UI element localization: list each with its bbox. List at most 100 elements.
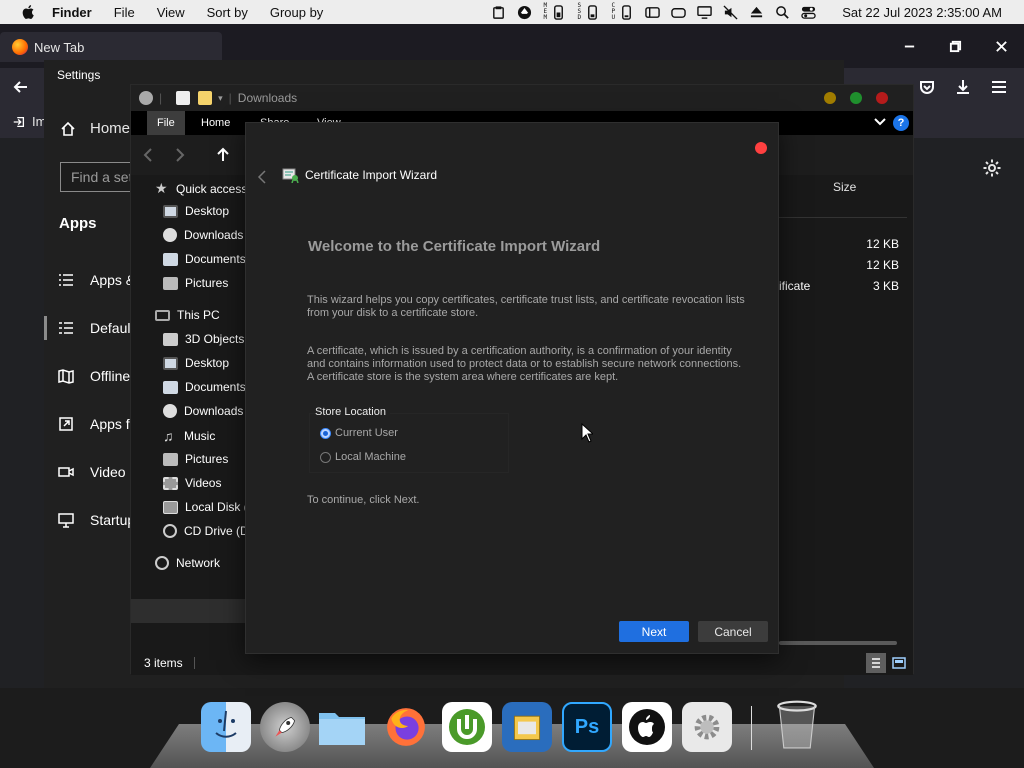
nav-qa-downloads[interactable]: Downloads: [163, 228, 243, 242]
clipboard-icon[interactable]: [490, 4, 506, 20]
finder-icon[interactable]: [201, 702, 251, 752]
archive-utility-icon[interactable]: [502, 702, 552, 752]
store-location-group: [309, 413, 509, 473]
system-preferences-icon[interactable]: [682, 702, 732, 752]
search-icon[interactable]: [774, 4, 790, 20]
trash-icon[interactable]: [772, 700, 822, 752]
drive-icon[interactable]: [670, 4, 686, 20]
cpu-gauge-icon[interactable]: [618, 4, 634, 20]
downloads-icon[interactable]: [954, 78, 976, 98]
close-dot[interactable]: [876, 92, 888, 104]
ribbon-collapse-chevron-icon[interactable]: [873, 115, 887, 129]
menubar-clock[interactable]: Sat 22 Jul 2023 2:35:00 AM: [842, 5, 1002, 20]
nav-network[interactable]: Network: [155, 556, 220, 570]
up-arrow-icon[interactable]: [215, 147, 231, 163]
cancel-button[interactable]: Cancel: [698, 621, 768, 642]
details-view-button[interactable]: [866, 653, 886, 673]
memory-gauge-icon[interactable]: [550, 4, 566, 20]
nav-cd-drive[interactable]: CD Drive (D:): [163, 524, 256, 538]
ribbon-tab-home[interactable]: Home: [191, 111, 240, 135]
item-count: 3 items: [144, 656, 183, 670]
nav-label: Music: [184, 429, 216, 443]
menu-app-name[interactable]: Finder: [52, 5, 92, 20]
blue-folder-icon: [319, 713, 365, 745]
nav-quick-access[interactable]: ★ Quick access: [155, 180, 247, 197]
nav-label: Quick access: [176, 181, 248, 196]
ssd-gauge-icon[interactable]: [584, 4, 600, 20]
sidebar-toggle-icon[interactable]: [644, 4, 660, 20]
firefox-logo-icon: [387, 708, 425, 746]
computer-icon: [155, 309, 170, 321]
photoshop-icon[interactable]: Ps: [562, 702, 612, 752]
wizard-close-button[interactable]: [755, 142, 767, 154]
radio-current-user[interactable]: Current User: [320, 427, 398, 439]
import-bookmarks-button[interactable]: Im: [12, 114, 46, 129]
nav-qa-desktop[interactable]: Desktop: [163, 204, 229, 218]
browser-tab[interactable]: New Tab: [0, 32, 222, 62]
ribbon-tab-file[interactable]: File: [147, 111, 185, 135]
explorer-file-list: Size 12 KB 12 KB ificate 3 KB: [779, 175, 913, 651]
nav-desktop[interactable]: Desktop: [163, 356, 229, 370]
display-icon[interactable]: [696, 4, 712, 20]
nav-qa-documents[interactable]: Documents: [163, 252, 246, 266]
settings-home-link[interactable]: Home: [60, 120, 130, 137]
menu-group-by[interactable]: Group by: [270, 5, 323, 20]
file-name[interactable]: ificate: [779, 279, 810, 293]
launchpad-icon[interactable]: [260, 702, 310, 752]
store-location-label: Store Location: [315, 406, 390, 418]
properties-icon[interactable]: [176, 91, 191, 105]
help-icon[interactable]: ?: [893, 115, 909, 131]
close-button[interactable]: [978, 24, 1024, 68]
utorrent-icon[interactable]: [442, 702, 492, 752]
minimize-button[interactable]: [886, 24, 932, 68]
folder-icon[interactable]: [317, 702, 367, 752]
radio-local-machine[interactable]: Local Machine: [320, 451, 406, 463]
mute-icon[interactable]: [722, 4, 738, 20]
apps-heading: Apps: [59, 215, 97, 232]
horizontal-scrollbar[interactable]: [779, 641, 897, 645]
quick-access-dropdown-icon[interactable]: ▾: [218, 93, 223, 104]
eject-icon[interactable]: [748, 4, 764, 20]
radio-button-selected[interactable]: [320, 427, 331, 439]
certificate-icon: [282, 168, 299, 183]
file-size: 3 KB: [872, 279, 899, 293]
apple-menu-icon[interactable]: [20, 4, 38, 20]
nav-videos[interactable]: Videos: [163, 476, 221, 490]
large-icons-view-button[interactable]: [889, 653, 909, 673]
wizard-headline: Welcome to the Certificate Import Wizard: [308, 238, 601, 255]
downloads-icon: [163, 228, 177, 242]
nav-label: This PC: [177, 308, 220, 322]
menu-view[interactable]: View: [157, 5, 185, 20]
radio-button[interactable]: [320, 451, 331, 463]
gear-icon[interactable]: [982, 158, 1004, 180]
nav-documents[interactable]: Documents: [163, 380, 246, 394]
wizard-back-button[interactable]: [256, 169, 270, 185]
forward-arrow-icon[interactable]: [171, 147, 187, 163]
pocket-icon[interactable]: [918, 78, 940, 98]
next-button[interactable]: Next: [619, 621, 689, 642]
firefox-icon[interactable]: [381, 702, 431, 752]
apple-icon[interactable]: [622, 702, 672, 752]
new-folder-icon[interactable]: [198, 91, 213, 105]
nav-downloads[interactable]: Downloads: [163, 404, 243, 418]
control-center-icon[interactable]: [800, 4, 816, 20]
column-header-size[interactable]: Size: [833, 180, 856, 194]
videos-icon: [163, 476, 178, 490]
minimize-dot[interactable]: [824, 92, 836, 104]
download-circle-icon[interactable]: [139, 91, 153, 105]
eject-circle-icon[interactable]: [516, 4, 532, 20]
star-icon: ★: [155, 180, 168, 196]
maximize-dot[interactable]: [850, 92, 862, 104]
nav-startup[interactable]: Startup: [58, 512, 135, 528]
nav-qa-pictures[interactable]: Pictures: [163, 276, 228, 290]
menu-sort-by[interactable]: Sort by: [207, 5, 248, 20]
browser-back-button[interactable]: [12, 78, 34, 98]
hamburger-menu-icon[interactable]: [990, 78, 1012, 98]
restore-button[interactable]: [932, 24, 978, 68]
back-arrow-icon[interactable]: [141, 147, 157, 163]
menu-file[interactable]: File: [114, 5, 135, 20]
nav-3d-objects[interactable]: 3D Objects: [163, 332, 244, 346]
nav-pictures[interactable]: Pictures: [163, 452, 228, 466]
nav-this-pc[interactable]: This PC: [155, 308, 220, 322]
nav-music[interactable]: ♫ Music: [163, 428, 215, 444]
